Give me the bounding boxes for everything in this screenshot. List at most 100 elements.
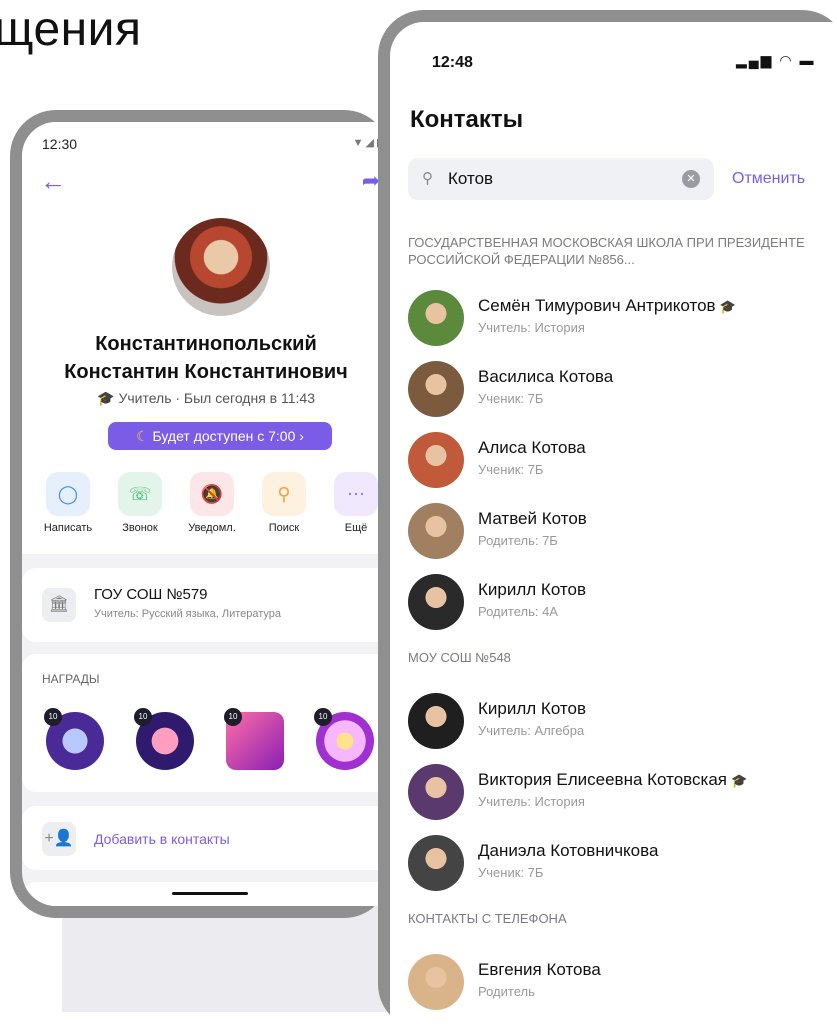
award-badge-2[interactable]: 10 [134, 708, 194, 770]
section-header: МОУ СОШ №548 [408, 650, 511, 665]
contacts-phone: 12:48 ▂▄▆ ◠ ▬ Контакты ⚲ Котов ✕ Отменит… [378, 10, 837, 1030]
profile-surname: Константинопольский [95, 333, 317, 355]
clear-icon[interactable]: ✕ [682, 170, 700, 188]
contact-role: Ученик: 7Б [478, 865, 544, 880]
profile-role: 🎓 Учитель · Был сегодня в 11:43 [22, 390, 390, 407]
contact-role: Ученик: 7Б [478, 391, 544, 406]
verified-teacher-icon: 🎓 [719, 299, 736, 314]
action-phone[interactable]: ☏ Звонок [104, 472, 176, 534]
section-header: ГОСУДАРСТВЕННАЯ МОСКОВСКАЯ ШКОЛА ПРИ ПРЕ… [408, 235, 805, 267]
moon-icon: ☾ [136, 428, 149, 444]
add-contact-label: Добавить в контакты [94, 831, 230, 847]
contact-role: Ученик: 7Б [478, 462, 544, 477]
availability-text: Будет доступен с 7:00 [152, 428, 296, 444]
contact-role: Учитель: Алгебра [478, 723, 585, 738]
contact-name: Василиса Котова [478, 367, 614, 386]
award-count: 10 [314, 708, 332, 726]
profile-screen: 12:30 ▼◢▮ ← ➦ Константинопольский Конста… [22, 122, 390, 906]
add-contact-card[interactable]: +👤 Добавить в контакты [22, 806, 390, 870]
availability-badge[interactable]: ☾ Будет доступен с 7:00 › [108, 422, 332, 450]
contact-avatar [408, 290, 464, 346]
contact-name: Алиса Котова [478, 438, 586, 457]
contact-row[interactable]: Семён Тимурович Антрикотов 🎓 Учитель: Исто… [408, 290, 837, 350]
status-time: 12:48 [432, 54, 473, 71]
awards-title: НАГРАДЫ [42, 672, 100, 686]
contact-avatar [408, 693, 464, 749]
contact-name: Кирилл Котов [478, 699, 586, 718]
contact-role: Родитель: 4А [478, 604, 558, 619]
contact-name: Виктория Елисеевна Котовская [478, 770, 727, 789]
status-icons: ▂▄▆ ◠ ▬ [736, 52, 816, 68]
contacts-title: Контакты [410, 106, 524, 133]
profile-role-text: Учитель · Был сегодня в 11:43 [118, 390, 315, 406]
search-field[interactable]: ⚲ Котов ✕ [408, 158, 714, 200]
contact-avatar [408, 574, 464, 630]
back-arrow-icon[interactable]: ← [40, 166, 70, 196]
action-label: Написать [43, 522, 93, 534]
graduation-cap-icon: 🎓 [97, 390, 115, 406]
chevron-right-icon: › [299, 428, 304, 444]
contact-name: Семён Тимурович Антрикотов [478, 296, 716, 315]
add-user-icon: +👤 [42, 822, 76, 856]
phone-icon: ☏ [118, 472, 162, 516]
action-bell-off[interactable]: 🔕 Уведомл. [176, 472, 248, 534]
contact-avatar [408, 764, 464, 820]
contact-role: Родитель [478, 984, 535, 999]
contact-name-wrap: Алиса Котова [478, 438, 586, 458]
bell-off-icon: 🔕 [190, 472, 234, 516]
action-label: Уведомл. [188, 522, 236, 534]
award-count: 10 [134, 708, 152, 726]
verified-teacher-icon: 🎓 [731, 773, 748, 788]
section-header: КОНТАКТЫ С ТЕЛЕФОНА [408, 911, 567, 926]
contact-avatar [408, 835, 464, 891]
award-badge-3[interactable]: 10 [224, 708, 284, 770]
school-subtitle: Учитель: Русский языка, Литература [94, 608, 282, 620]
school-name: ГОУ СОШ №579 [94, 586, 208, 603]
contact-name: Матвей Котов [478, 509, 587, 528]
contact-row[interactable]: Матвей Котов Родитель: 7Б [408, 503, 837, 563]
search-icon: ⚲ [262, 472, 306, 516]
action-search[interactable]: ⚲ Поиск [248, 472, 320, 534]
contact-avatar [408, 954, 464, 1010]
award-count: 10 [224, 708, 242, 726]
school-card[interactable]: 🏛 ГОУ СОШ №579 Учитель: Русский языка, Л… [22, 568, 390, 642]
contact-row[interactable]: Алиса Котова Ученик: 7Б [408, 432, 837, 492]
contact-row[interactable]: Даниэла Котовничкова Ученик: 7Б [408, 835, 837, 895]
contact-avatar [408, 432, 464, 488]
contact-row[interactable]: Кирилл Котов Родитель: 4А [408, 574, 837, 634]
action-label: Поиск [268, 522, 300, 534]
contact-row[interactable]: Кирилл Котов Учитель: Алгебра [408, 693, 837, 753]
contact-name-wrap: Василиса Котова [478, 367, 613, 387]
contact-name-wrap: Даниэла Котовничкова [478, 841, 658, 861]
action-message[interactable]: ◯ Написать [32, 472, 104, 534]
award-count: 10 [44, 708, 62, 726]
award-badge-4[interactable]: 10 [314, 708, 374, 770]
profile-given-names: Константин Константинович [64, 361, 348, 383]
search-icon: ⚲ [422, 170, 433, 187]
contact-role: Учитель: История [478, 320, 585, 335]
contact-avatar [408, 503, 464, 559]
profile-actions: ◯ Написать ☏ Звонок 🔕 Уведомл. ⚲ Поиск ⋯ Ещё [32, 472, 390, 534]
cancel-button[interactable]: Отменить [732, 170, 805, 188]
more-icon: ⋯ [334, 472, 378, 516]
profile-avatar [172, 218, 270, 316]
contact-row[interactable]: Евгения Котова Родитель [408, 954, 837, 1014]
contact-row[interactable]: Виктория Елисеевна Котовская 🎓 Учитель: Ис… [408, 764, 837, 824]
search-input[interactable]: Котов [448, 169, 493, 189]
contact-name: Даниэла Котовничкова [478, 841, 659, 860]
contact-row[interactable]: Василиса Котова Ученик: 7Б [408, 361, 837, 421]
contact-name-wrap: Матвей Котов [478, 509, 587, 529]
profile-name: Константинопольский Константин Константи… [22, 330, 390, 386]
contact-name: Евгения Котова [478, 960, 601, 979]
contact-name: Кирилл Котов [478, 580, 586, 599]
home-indicator [172, 892, 248, 895]
background-panel [62, 905, 392, 1012]
contact-avatar [408, 361, 464, 417]
page-heading: щения [0, 3, 142, 56]
school-building-icon: 🏛 [42, 588, 76, 622]
award-badge-1[interactable]: 10 [44, 708, 104, 770]
contact-name-wrap: Виктория Елисеевна Котовская 🎓 [478, 770, 747, 790]
contact-role: Родитель: 7Б [478, 533, 558, 548]
contact-name-wrap: Кирилл Котов [478, 699, 586, 719]
contact-role: Учитель: История [478, 794, 585, 809]
